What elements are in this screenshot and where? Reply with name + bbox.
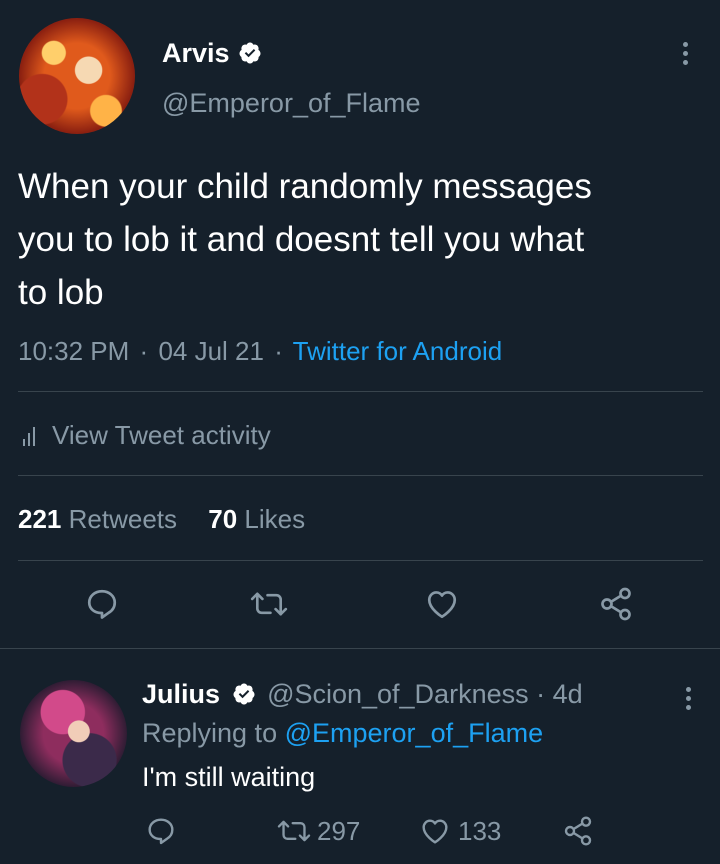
reply-header: Julius @Scion_of_Darkness · 4d [142,679,583,710]
tweet-stats: 221 Retweets 70 Likes [18,504,305,535]
retweets-label: Retweets [68,504,178,534]
divider [18,560,703,561]
author-avatar[interactable] [19,18,135,134]
reply-more-options-icon[interactable] [686,687,691,710]
tweet-meta: 10:32 PM · 04 Jul 21 · Twitter for Andro… [18,336,502,367]
reply-text: I'm still waiting [142,762,316,792]
tweet-date: 04 Jul 21 [158,336,264,366]
meta-separator: · [274,336,283,366]
tweet-time: 10:32 PM [18,336,130,366]
retweet-icon [250,592,288,616]
view-activity-button[interactable]: View Tweet activity [18,420,271,451]
reply-like-count: 133 [458,815,502,846]
author-name[interactable]: Arvis [162,38,230,68]
tweet-text-line: When your child randomly messages [18,167,592,206]
tweet-source-link[interactable]: Twitter for Android [293,336,503,366]
reply-author-avatar[interactable] [20,680,127,787]
heart-icon [422,819,448,844]
replying-to: Replying to @Emperor_of_Flame [142,718,543,749]
replying-to-handle[interactable]: @Emperor_of_Flame [285,718,544,748]
likes-count: 70 [208,504,238,534]
share-button[interactable] [597,586,635,622]
reply-share-button[interactable] [562,815,594,847]
verified-icon [233,683,255,705]
bar-chart-icon [23,426,35,446]
likes-stat[interactable]: 70 Likes [208,504,305,534]
retweets-stat[interactable]: 221 Retweets [18,504,184,534]
like-button[interactable] [423,586,461,622]
share-icon [564,816,592,846]
tweet-text-line: to lob [18,273,104,312]
share-icon [601,587,631,621]
reply-button[interactable] [84,586,120,622]
reply-separator: · [536,679,546,709]
likes-label: Likes [244,504,306,534]
divider [0,648,720,649]
verified-icon [239,42,261,64]
heart-icon [427,591,457,619]
reply-retweet-count: 297 [317,815,361,846]
reply-age: 4d [552,679,583,709]
tweet-text: When your child randomly messages you to… [18,160,708,319]
reply-like-button[interactable]: 133 [418,815,501,847]
author-name-row[interactable]: Arvis [162,38,262,69]
reply-icon [87,589,117,619]
reply-reply-button[interactable] [145,815,177,847]
reply-retweet-button[interactable]: 297 [277,815,360,847]
reply-author-name[interactable]: Julius [142,679,220,709]
tweet-text-line: you to lob it and doesnt tell you what [18,220,585,259]
author-handle[interactable]: @Emperor_of_Flame [162,88,421,119]
replying-to-prefix: Replying to [142,718,278,748]
more-options-icon[interactable] [683,42,688,65]
retweet-icon [277,820,311,842]
view-activity-label: View Tweet activity [52,420,271,450]
reply-author-handle[interactable]: @Scion_of_Darkness [267,679,529,709]
meta-separator: · [139,336,149,366]
reply-icon [148,818,174,845]
retweet-button[interactable] [250,586,288,622]
retweets-count: 221 [18,504,62,534]
divider [18,391,703,392]
divider [18,475,703,476]
